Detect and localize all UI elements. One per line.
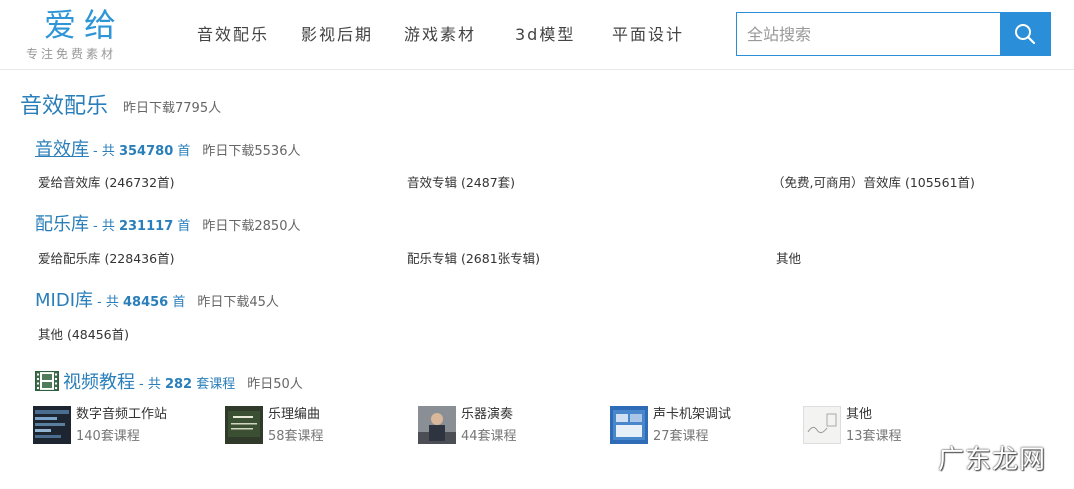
sub-link[interactable]: 爱给音效库 (246732首) bbox=[38, 174, 174, 192]
search-button[interactable] bbox=[1000, 12, 1051, 56]
category-count: - 共 354780 首 bbox=[93, 144, 191, 159]
category-midi: MIDI库 - 共 48456 首昨日下载45人 bbox=[35, 289, 279, 315]
category-sound-effects: 音效库 - 共 354780 首昨日下载5536人 bbox=[35, 138, 300, 164]
course-count: 13套课程 bbox=[846, 429, 902, 444]
course-count: 44套课程 bbox=[461, 429, 517, 444]
category-downloads: 昨日下载2850人 bbox=[202, 219, 301, 234]
sub-link[interactable]: 爱给配乐库 (228436首) bbox=[38, 250, 174, 268]
course-thumbnail bbox=[610, 406, 648, 444]
course-name: 数字音频工作站 bbox=[76, 407, 168, 422]
course-thumbnail bbox=[225, 406, 263, 444]
category-name[interactable]: 视频教程 bbox=[63, 372, 135, 393]
course-count: 58套课程 bbox=[268, 429, 324, 444]
nav-item-3d-models[interactable]: 3d模型 bbox=[515, 24, 575, 46]
category-downloads: 昨日下载45人 bbox=[197, 295, 279, 310]
sub-link[interactable]: （免费,可商用）音效库 (105561首) bbox=[772, 174, 975, 192]
sub-link[interactable]: 其他 (48456首) bbox=[38, 326, 129, 344]
site-logo[interactable]: 爱给 专注免费素材 bbox=[26, 4, 156, 64]
sub-link[interactable]: 其他 bbox=[776, 250, 801, 268]
category-downloads: 昨日下载5536人 bbox=[202, 144, 301, 159]
category-count: - 共 48456 首 bbox=[97, 295, 186, 310]
course-item[interactable]: 声卡机架调试 27套课程 bbox=[610, 404, 790, 446]
course-item[interactable]: 乐理编曲 58套课程 bbox=[225, 404, 405, 446]
course-name: 乐器演奏 bbox=[461, 407, 514, 422]
category-name[interactable]: 配乐库 bbox=[35, 214, 89, 235]
section-downloads: 昨日下载7795人 bbox=[123, 101, 222, 116]
course-item[interactable]: 数字音频工作站 140套课程 bbox=[33, 404, 213, 446]
nav-item-graphic-design[interactable]: 平面设计 bbox=[612, 24, 684, 46]
category-downloads: 昨日50人 bbox=[247, 377, 303, 392]
sub-link[interactable]: 音效专辑 (2487套) bbox=[407, 174, 515, 192]
nav-item-game-assets[interactable]: 游戏素材 bbox=[404, 24, 476, 46]
logo-tagline: 专注免费素材 bbox=[26, 47, 117, 61]
course-name: 乐理编曲 bbox=[268, 407, 321, 422]
course-name: 声卡机架调试 bbox=[653, 407, 732, 422]
nav-item-video-post[interactable]: 影视后期 bbox=[301, 24, 373, 46]
course-count: 27套课程 bbox=[653, 429, 709, 444]
search-icon bbox=[1015, 24, 1036, 45]
section-title[interactable]: 音效配乐 bbox=[20, 92, 108, 122]
category-music: 配乐库 - 共 231117 首昨日下载2850人 bbox=[35, 213, 300, 239]
course-item[interactable]: 其他 13套课程 bbox=[803, 404, 953, 446]
category-video-tutorials: 视频教程 - 共 282 套课程 昨日50人 bbox=[35, 370, 303, 398]
category-name[interactable]: 音效库 bbox=[35, 139, 89, 160]
sub-link[interactable]: 配乐专辑 (2681张专辑) bbox=[407, 250, 540, 268]
search-box bbox=[736, 12, 1002, 56]
logo-text: 爱给 bbox=[44, 6, 125, 44]
search-input[interactable] bbox=[737, 13, 1001, 55]
course-item[interactable]: 乐器演奏 44套课程 bbox=[418, 404, 598, 446]
course-thumbnail bbox=[803, 406, 841, 444]
course-thumbnail bbox=[33, 406, 71, 444]
watermark: 广东龙网 bbox=[938, 445, 1047, 475]
course-thumbnail bbox=[418, 406, 456, 444]
film-icon bbox=[35, 371, 59, 391]
category-count: - 共 282 套课程 bbox=[139, 377, 236, 392]
site-header: 爱给 专注免费素材 音效配乐 影视后期 游戏素材 3d模型 平面设计 bbox=[0, 0, 1074, 70]
category-count: - 共 231117 首 bbox=[93, 219, 191, 234]
course-name: 其他 bbox=[846, 407, 873, 422]
course-count: 140套课程 bbox=[76, 429, 140, 444]
category-name[interactable]: MIDI库 bbox=[35, 290, 93, 311]
nav-item-sound-music[interactable]: 音效配乐 bbox=[197, 24, 269, 46]
